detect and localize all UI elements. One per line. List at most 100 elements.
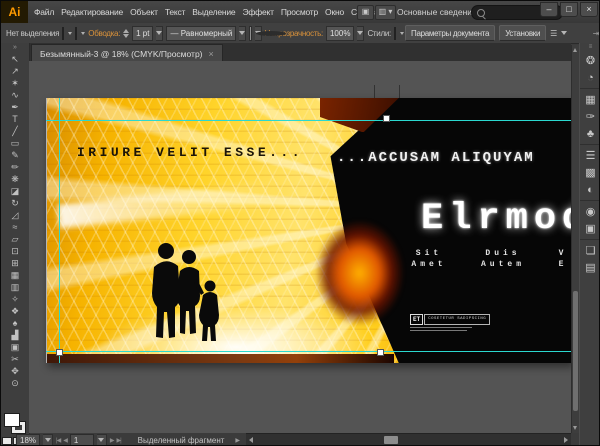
last-artboard-button[interactable]: ▶|: [116, 437, 120, 444]
selection-handle[interactable]: [56, 349, 63, 356]
menu-item[interactable]: Редактирование: [61, 7, 123, 17]
close-button[interactable]: ×: [580, 2, 598, 17]
eraser-tool-icon[interactable]: ◪: [1, 185, 29, 197]
dock-drag-handle[interactable]: ≡: [580, 43, 600, 52]
horizontal-guide[interactable]: [46, 120, 571, 121]
mesh-tool-icon[interactable]: ▦: [1, 269, 29, 281]
scroll-right-icon[interactable]: [564, 437, 568, 443]
paintbrush-tool-icon[interactable]: ✎: [1, 149, 29, 161]
layers-panel-icon[interactable]: ❏: [580, 242, 600, 259]
stroke-panel-icon[interactable]: ☰: [580, 147, 600, 164]
color-panel-icon[interactable]: ❂: [580, 52, 600, 69]
scale-tool-icon[interactable]: ◿: [1, 209, 29, 221]
menu-item[interactable]: Файл: [34, 7, 54, 17]
brush-definition-combo[interactable]: [249, 26, 251, 41]
artboard-tool-icon[interactable]: ▣: [1, 341, 29, 353]
chevron-down-icon[interactable]: [43, 434, 53, 446]
shape-builder-tool-icon[interactable]: ⊡: [1, 245, 29, 257]
chevron-down-icon[interactable]: [239, 26, 246, 41]
pencil-tool-icon[interactable]: ✏: [1, 161, 29, 173]
brushes-panel-icon[interactable]: ✑: [580, 108, 600, 125]
horizontal-scrollbar[interactable]: [246, 433, 571, 446]
stroke-width-combo[interactable]: 1 pt: [132, 26, 153, 41]
menu-item[interactable]: Выделение: [192, 7, 235, 17]
arrange-documents-button[interactable]: ▥ ▾: [375, 5, 396, 20]
blob-brush-tool-icon[interactable]: ❋: [1, 173, 29, 185]
rotate-tool-icon[interactable]: ↻: [1, 197, 29, 209]
graphic-styles-panel-icon[interactable]: ▣: [580, 220, 600, 240]
direct-selection-tool-icon[interactable]: ↗: [1, 65, 29, 77]
scroll-up-icon[interactable]: [573, 48, 577, 52]
line-segment-tool-icon[interactable]: ╱: [1, 125, 29, 137]
previous-artboard-button[interactable]: ◀: [63, 437, 67, 444]
gradient-panel-icon[interactable]: ▩: [580, 164, 600, 181]
selection-tool-icon[interactable]: ↖: [1, 53, 29, 65]
symbols-panel-icon[interactable]: ♣: [580, 125, 600, 145]
vertical-scroll-thumb[interactable]: [573, 291, 578, 411]
preferences-button[interactable]: Установки: [499, 25, 546, 41]
lasso-tool-icon[interactable]: ∿: [1, 89, 29, 101]
fill-swatch[interactable]: [62, 27, 64, 40]
first-artboard-button[interactable]: |◀: [56, 437, 60, 444]
symbol-sprayer-tool-icon[interactable]: ♠: [1, 317, 29, 329]
collapse-control-bar-icon[interactable]: ⇥: [593, 29, 599, 38]
vertical-scrollbar[interactable]: [571, 45, 579, 433]
rectangle-tool-icon[interactable]: ▭: [1, 137, 29, 149]
hand-tool-icon[interactable]: ✥: [1, 365, 29, 377]
blend-tool-icon[interactable]: ❖: [1, 305, 29, 317]
minimize-button[interactable]: –: [540, 2, 558, 17]
zoom-level-combo[interactable]: 18%: [16, 434, 40, 446]
stroke-link[interactable]: Обводка:: [88, 29, 120, 38]
pen-tool-icon[interactable]: ✒: [1, 101, 29, 113]
maximize-button[interactable]: □: [560, 2, 578, 17]
tools-panel-header[interactable]: »: [1, 43, 29, 53]
appearance-panel-icon[interactable]: ◉: [580, 203, 600, 220]
menu-item[interactable]: Текст: [165, 7, 185, 17]
vertical-guide[interactable]: [59, 98, 60, 363]
scroll-left-icon[interactable]: [249, 437, 253, 443]
swatches-panel-icon[interactable]: ▦: [580, 91, 600, 108]
menu-item[interactable]: Объект: [130, 7, 158, 17]
free-transform-tool-icon[interactable]: ▱: [1, 233, 29, 245]
chevron-down-icon[interactable]: [81, 32, 85, 35]
eyedropper-tool-icon[interactable]: ✧: [1, 293, 29, 305]
status-flyout-icon[interactable]: ▶: [235, 437, 240, 444]
selection-handle[interactable]: [377, 349, 384, 356]
stroke-width-stepper[interactable]: [123, 29, 129, 38]
chevron-down-icon[interactable]: [68, 32, 72, 35]
variable-width-combo[interactable]: — Равномерный: [166, 26, 236, 41]
horizontal-scroll-thumb[interactable]: [384, 436, 398, 444]
next-artboard-button[interactable]: ▶: [110, 437, 114, 444]
slice-tool-icon[interactable]: ✂: [1, 353, 29, 365]
menu-item[interactable]: Эффект: [242, 7, 273, 17]
artboards-panel-icon[interactable]: ▤: [580, 259, 600, 276]
chevron-down-icon[interactable]: [400, 32, 404, 35]
zoom-tool-icon[interactable]: ⊙: [1, 377, 29, 389]
document-tab[interactable]: Безымянный-3 @ 18% (CMYK/Просмотр) ×: [31, 44, 223, 62]
horizontal-guide[interactable]: [46, 351, 571, 352]
color-guide-panel-icon[interactable]: ◔: [580, 69, 600, 89]
artboard-artwork[interactable]: IRIURE VELIT ESSE... ...ACCUSAM ALIQUYAM…: [46, 98, 571, 363]
close-tab-icon[interactable]: ×: [209, 49, 214, 59]
menu-item[interactable]: Просмотр: [281, 7, 318, 17]
gradient-tool-icon[interactable]: ▥: [1, 281, 29, 293]
color-mode-button[interactable]: [2, 437, 12, 445]
stroke-swatch[interactable]: [75, 27, 77, 40]
transparency-panel-icon[interactable]: ◐: [580, 181, 600, 201]
fill-color-swatch[interactable]: [4, 413, 20, 427]
chevron-down-icon[interactable]: [357, 26, 364, 41]
chevron-down-icon[interactable]: [561, 31, 567, 35]
document-setup-button[interactable]: Параметры документа: [405, 25, 495, 41]
panel-options-icon[interactable]: ☰: [550, 29, 557, 38]
chevron-down-icon[interactable]: [97, 434, 107, 446]
canvas[interactable]: IRIURE VELIT ESSE... ...ACCUSAM ALIQUYAM…: [29, 61, 571, 433]
magic-wand-tool-icon[interactable]: ✶: [1, 77, 29, 89]
width-tool-icon[interactable]: ≈: [1, 221, 29, 233]
selection-handle[interactable]: [383, 115, 390, 122]
scroll-down-icon[interactable]: [573, 426, 577, 430]
opacity-combo[interactable]: 100%: [326, 26, 354, 41]
column-graph-tool-icon[interactable]: ▟: [1, 329, 29, 341]
style-swatch[interactable]: [394, 27, 396, 40]
chevron-down-icon[interactable]: [156, 26, 163, 41]
bridge-button[interactable]: ▣: [357, 5, 374, 20]
